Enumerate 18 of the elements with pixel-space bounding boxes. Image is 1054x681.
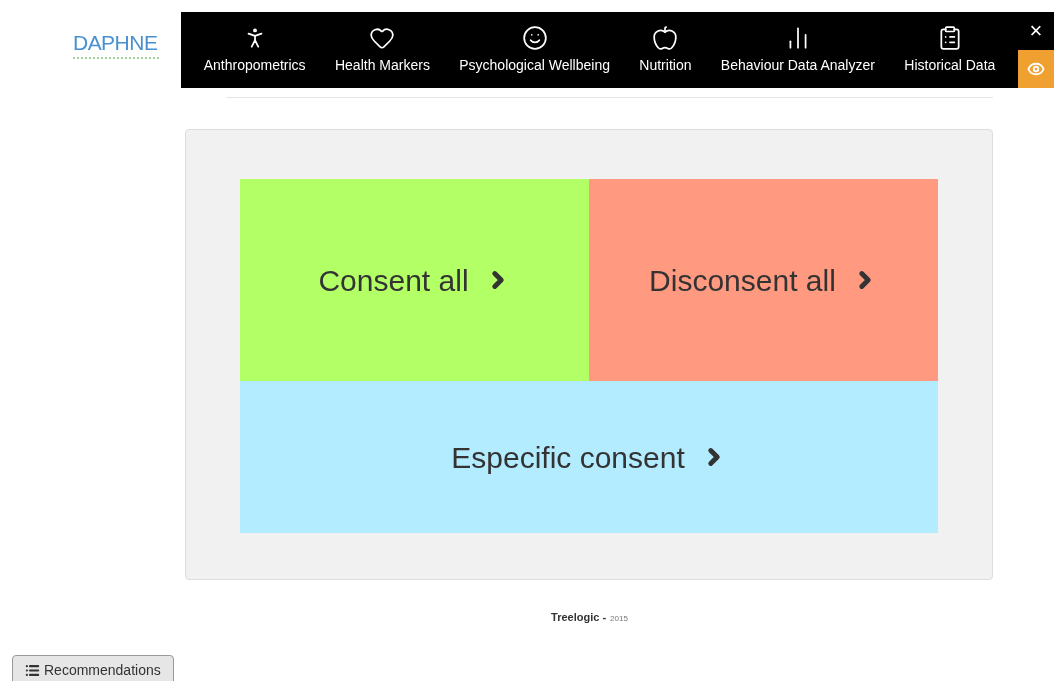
footer-company: Treelogic -	[551, 610, 607, 625]
nav-item[interactable]: Behaviour Data Analyzer	[720, 24, 875, 76]
view-button[interactable]	[1018, 50, 1054, 88]
nav-item[interactable]: Health Markers	[334, 24, 430, 76]
smiley-icon	[521, 24, 548, 51]
eye-icon	[1027, 60, 1045, 78]
apple-icon	[652, 24, 679, 51]
recommendations-button[interactable]: Recommendations	[12, 655, 174, 681]
footer-year: 2015	[610, 613, 628, 625]
consent-tile[interactable]: Consent all	[240, 179, 589, 381]
consent-tile[interactable]: Especific consent	[240, 381, 938, 533]
logo: DAPHNE	[73, 32, 159, 59]
nav-item[interactable]: Anthropometrics	[203, 24, 306, 76]
nav-item[interactable]: Historical Data	[904, 24, 996, 76]
consent-tile[interactable]: Disconsent all	[589, 179, 938, 381]
nav-item[interactable]: Psychological Wellbeing	[459, 24, 610, 76]
nav-item[interactable]: Nutrition	[639, 24, 692, 76]
list-icon	[25, 662, 40, 678]
